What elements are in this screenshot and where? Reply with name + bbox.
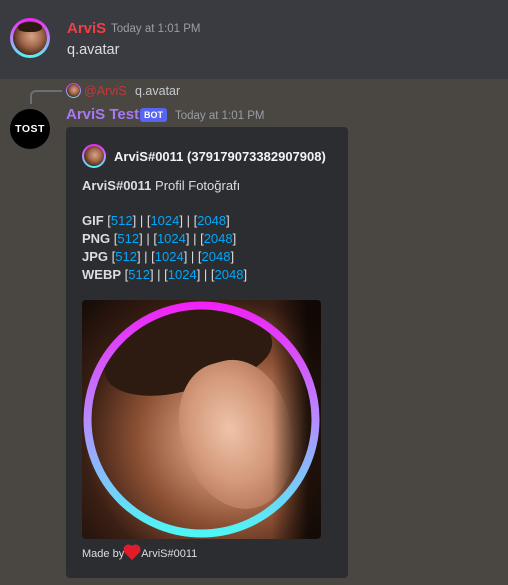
avatar-hair: [18, 22, 42, 32]
bot-timestamp: Today at 1:01 PM: [175, 110, 265, 122]
format-label: PNG: [82, 231, 111, 246]
embed-title-rest: Profil Fotoğrafı: [151, 178, 241, 193]
size-link-1024[interactable]: 1024: [168, 267, 197, 282]
embed-title-user: ArviS#0011: [82, 178, 152, 193]
user-avatar[interactable]: [10, 18, 50, 58]
message-author[interactable]: ArviS: [67, 20, 106, 37]
bot-author[interactable]: ArviS Test: [66, 106, 139, 123]
bot-tag: BOT: [140, 108, 167, 122]
size-link-512[interactable]: 512: [111, 213, 133, 228]
format-label: WEBP: [82, 267, 121, 282]
embed-title: ArviS#0011 Profil Fotoğrafı: [82, 178, 240, 193]
format-row-gif: GIF [512] | [1024] | [2048]: [82, 213, 230, 228]
reply-mention[interactable]: @ArviS: [84, 84, 127, 98]
format-row-webp: WEBP [512] | [1024] | [2048]: [82, 267, 248, 282]
size-link-2048[interactable]: 2048: [215, 267, 244, 282]
size-link-2048[interactable]: 2048: [204, 231, 233, 246]
format-row-jpg: JPG [512] | [1024] | [2048]: [82, 249, 235, 264]
reply-avatar[interactable]: [66, 83, 81, 98]
message-timestamp: Today at 1:01 PM: [111, 23, 201, 35]
size-link-2048[interactable]: 2048: [197, 213, 226, 228]
embed-footer: Made by ArviS#0011: [82, 545, 198, 561]
heart-icon: [125, 545, 140, 561]
size-link-1024[interactable]: 1024: [150, 213, 179, 228]
bot-avatar[interactable]: TOST: [10, 109, 50, 149]
footer-user: ArviS#0011: [141, 548, 198, 560]
embed-author-avatar[interactable]: [82, 144, 106, 168]
size-link-512[interactable]: 512: [128, 267, 150, 282]
size-link-2048[interactable]: 2048: [202, 249, 231, 264]
reply-connector: [30, 90, 62, 104]
size-link-1024[interactable]: 1024: [157, 231, 186, 246]
footer-prefix: Made by: [82, 548, 125, 560]
bot-avatar-text: TOST: [15, 123, 45, 135]
reply-avatar-photo: [67, 84, 80, 97]
format-label: GIF: [82, 213, 104, 228]
embed-image-ring: [83, 301, 320, 538]
size-link-512[interactable]: 512: [117, 231, 139, 246]
format-label: JPG: [82, 249, 109, 264]
embed-author-avatar-photo: [84, 146, 104, 166]
reply-content[interactable]: q.avatar: [135, 84, 180, 98]
format-row-png: PNG [512] | [1024] | [2048]: [82, 231, 237, 246]
size-link-1024[interactable]: 1024: [155, 249, 184, 264]
embed-author[interactable]: ArviS#0011 (379179073382907908): [114, 149, 326, 164]
message-user: ArviS Today at 1:01 PM q.avatar: [0, 0, 508, 79]
message-content: q.avatar: [67, 42, 120, 58]
size-link-512[interactable]: 512: [115, 249, 137, 264]
